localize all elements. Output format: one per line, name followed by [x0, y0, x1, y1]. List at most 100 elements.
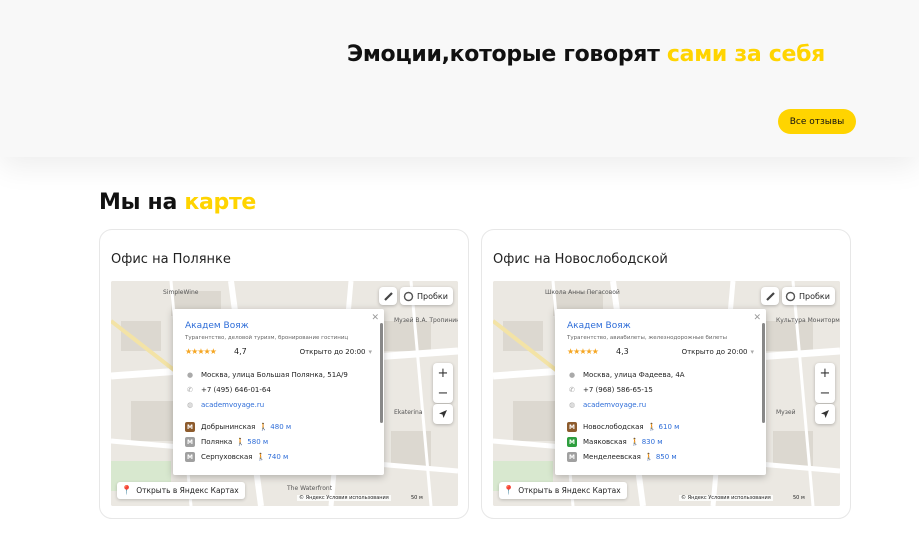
phone-text[interactable]: +7 (495) 646-01-64 [201, 386, 271, 394]
metro-row: M Маяковская 🚶 830 м [567, 437, 663, 447]
metro-distance-link[interactable]: 🚶 480 м [259, 423, 291, 431]
map-label: Ekaterina [394, 409, 423, 416]
metro-distance-link[interactable]: 🚶 580 м [236, 438, 268, 446]
reviews-heading: Эмоции,которые говорят сами за себя [347, 42, 825, 67]
phone-row[interactable]: ✆ +7 (495) 646-01-64 [185, 386, 271, 394]
phone-icon: ✆ [569, 386, 575, 394]
office-title: Офис на Новослободской [493, 252, 668, 267]
opening-hours-text: Открыто до 20:00 [299, 348, 366, 356]
zoom-control: + − [815, 363, 835, 403]
all-reviews-button[interactable]: Все отзывы [778, 109, 856, 134]
metro-row: M Менделеевская 🚶 850 м [567, 452, 677, 462]
rating-value: 4,7 [234, 347, 247, 356]
map-section-heading: Мы на карте [99, 190, 256, 215]
metro-icon: M [567, 452, 577, 462]
metro-row: M Новослободская 🚶 610 м [567, 422, 679, 432]
opening-hours-text: Открыто до 20:00 [681, 348, 748, 356]
open-in-yandex-maps-button[interactable]: 📍 Открыть в Яндекс Картах [499, 482, 627, 499]
opening-hours[interactable]: Открыто до 20:00 ▾ [300, 348, 372, 356]
close-icon[interactable]: ✕ [753, 313, 761, 323]
opening-hours[interactable]: Открыто до 20:00 ▾ [682, 348, 754, 356]
geolocation-button[interactable] [815, 404, 835, 424]
office-card-novoslobodskaya: Офис на Новослободской Школа Анны Пегасо… [481, 229, 851, 519]
zoom-out-button[interactable]: − [433, 383, 453, 403]
metro-name: Полянка [201, 438, 233, 446]
metro-icon: M [185, 452, 195, 462]
reviews-heading-accent: сами за себя [666, 42, 825, 67]
map-scale: 50 м [793, 495, 805, 501]
map-label: SimpleWine [163, 289, 199, 296]
rating-stars-icon: ★★★★★ [567, 347, 599, 356]
rating-value: 4,3 [616, 347, 629, 356]
traffic-label: Пробки [799, 291, 830, 301]
organization-name-link[interactable]: Академ Вояж [567, 321, 631, 331]
geolocation-button[interactable] [433, 404, 453, 424]
website-row[interactable]: ◍ academvoyage.ru [567, 401, 646, 409]
chevron-down-icon: ▾ [750, 348, 754, 356]
office-title: Офис на Полянке [111, 252, 231, 267]
organization-category: Турагентство, деловой туризм, бронирован… [185, 335, 349, 341]
ruler-icon [766, 292, 775, 301]
metro-name: Новослободская [583, 423, 644, 431]
metro-row: M Добрынинская 🚶 480 м [185, 422, 291, 432]
map-label: Культура Мониторм [776, 317, 840, 324]
map-heading-accent: карте [184, 190, 257, 215]
popup-scrollbar[interactable] [380, 323, 383, 423]
phone-row[interactable]: ✆ +7 (968) 586-65-15 [567, 386, 653, 394]
metro-distance-link[interactable]: 🚶 740 м [257, 453, 289, 461]
traffic-icon [403, 291, 414, 301]
metro-icon: M [185, 422, 195, 432]
globe-icon: ◍ [568, 401, 576, 409]
map-heading-main: Мы на [99, 190, 185, 215]
metro-row: M Серпуховская 🚶 740 м [185, 452, 288, 462]
website-link[interactable]: academvoyage.ru [201, 401, 264, 409]
open-in-yandex-maps-label: Открыть в Яндекс Картах [518, 486, 621, 495]
metro-icon: M [567, 437, 577, 447]
metro-distance-link[interactable]: 🚶 850 м [645, 453, 677, 461]
map-copyright[interactable]: © Яндекс Условия использования [679, 495, 773, 501]
yandex-map[interactable]: Школа Анны Пегасовой Культура Мониторм М… [493, 281, 840, 506]
map-scale: 50 м [411, 495, 423, 501]
pin-icon: ● [568, 371, 576, 379]
map-pin-icon: 📍 [503, 485, 515, 496]
ruler-button[interactable] [761, 287, 779, 305]
organization-popup: ✕ Академ Вояж Турагентство, деловой тури… [173, 309, 384, 475]
zoom-in-button[interactable]: + [815, 363, 835, 383]
phone-icon: ✆ [187, 386, 193, 394]
metro-name: Серпуховская [201, 453, 253, 461]
phone-text[interactable]: +7 (968) 586-65-15 [583, 386, 653, 394]
metro-distance-link[interactable]: 🚶 830 м [631, 438, 663, 446]
location-arrow-icon [439, 410, 447, 418]
organization-name-link[interactable]: Академ Вояж [185, 321, 249, 331]
address-text: Москва, улица Большая Полянка, 51А/9 [201, 371, 348, 379]
reviews-heading-main: Эмоции,которые говорят [347, 42, 667, 67]
location-arrow-icon [821, 410, 829, 418]
organization-popup: ✕ Академ Вояж Турагентство, авиабилеты, … [555, 309, 766, 475]
zoom-in-button[interactable]: + [433, 363, 453, 383]
reviews-section: Эмоции,которые говорят сами за себя Все … [0, 0, 919, 157]
zoom-control: + − [433, 363, 453, 403]
metro-distance-link[interactable]: 🚶 610 м [648, 423, 680, 431]
office-card-polyanka: Офис на Полянке SimpleWine Музей В.А. Тр… [99, 229, 469, 519]
zoom-out-button[interactable]: − [815, 383, 835, 403]
address-row: ● Москва, улица Большая Полянка, 51А/9 [185, 371, 348, 379]
map-pin-icon: 📍 [121, 485, 133, 496]
map-label: Школа Анны Пегасовой [545, 289, 620, 296]
metro-name: Маяковская [583, 438, 627, 446]
pin-icon: ● [186, 371, 194, 379]
metro-icon: M [185, 437, 195, 447]
ruler-button[interactable] [379, 287, 397, 305]
metro-name: Менделеевская [583, 453, 641, 461]
traffic-button[interactable]: Пробки [782, 287, 835, 305]
traffic-button[interactable]: Пробки [400, 287, 453, 305]
popup-scrollbar[interactable] [762, 323, 765, 423]
map-copyright[interactable]: © Яндекс Условия использования [297, 495, 391, 501]
open-in-yandex-maps-label: Открыть в Яндекс Картах [136, 486, 239, 495]
open-in-yandex-maps-button[interactable]: 📍 Открыть в Яндекс Картах [117, 482, 245, 499]
yandex-map[interactable]: SimpleWine Музей В.А. Тропинина Ekaterin… [111, 281, 458, 506]
website-row[interactable]: ◍ academvoyage.ru [185, 401, 264, 409]
website-link[interactable]: academvoyage.ru [583, 401, 646, 409]
address-row: ● Москва, улица Фадеева, 4А [567, 371, 685, 379]
close-icon[interactable]: ✕ [371, 313, 379, 323]
map-label: Музей [776, 409, 796, 416]
